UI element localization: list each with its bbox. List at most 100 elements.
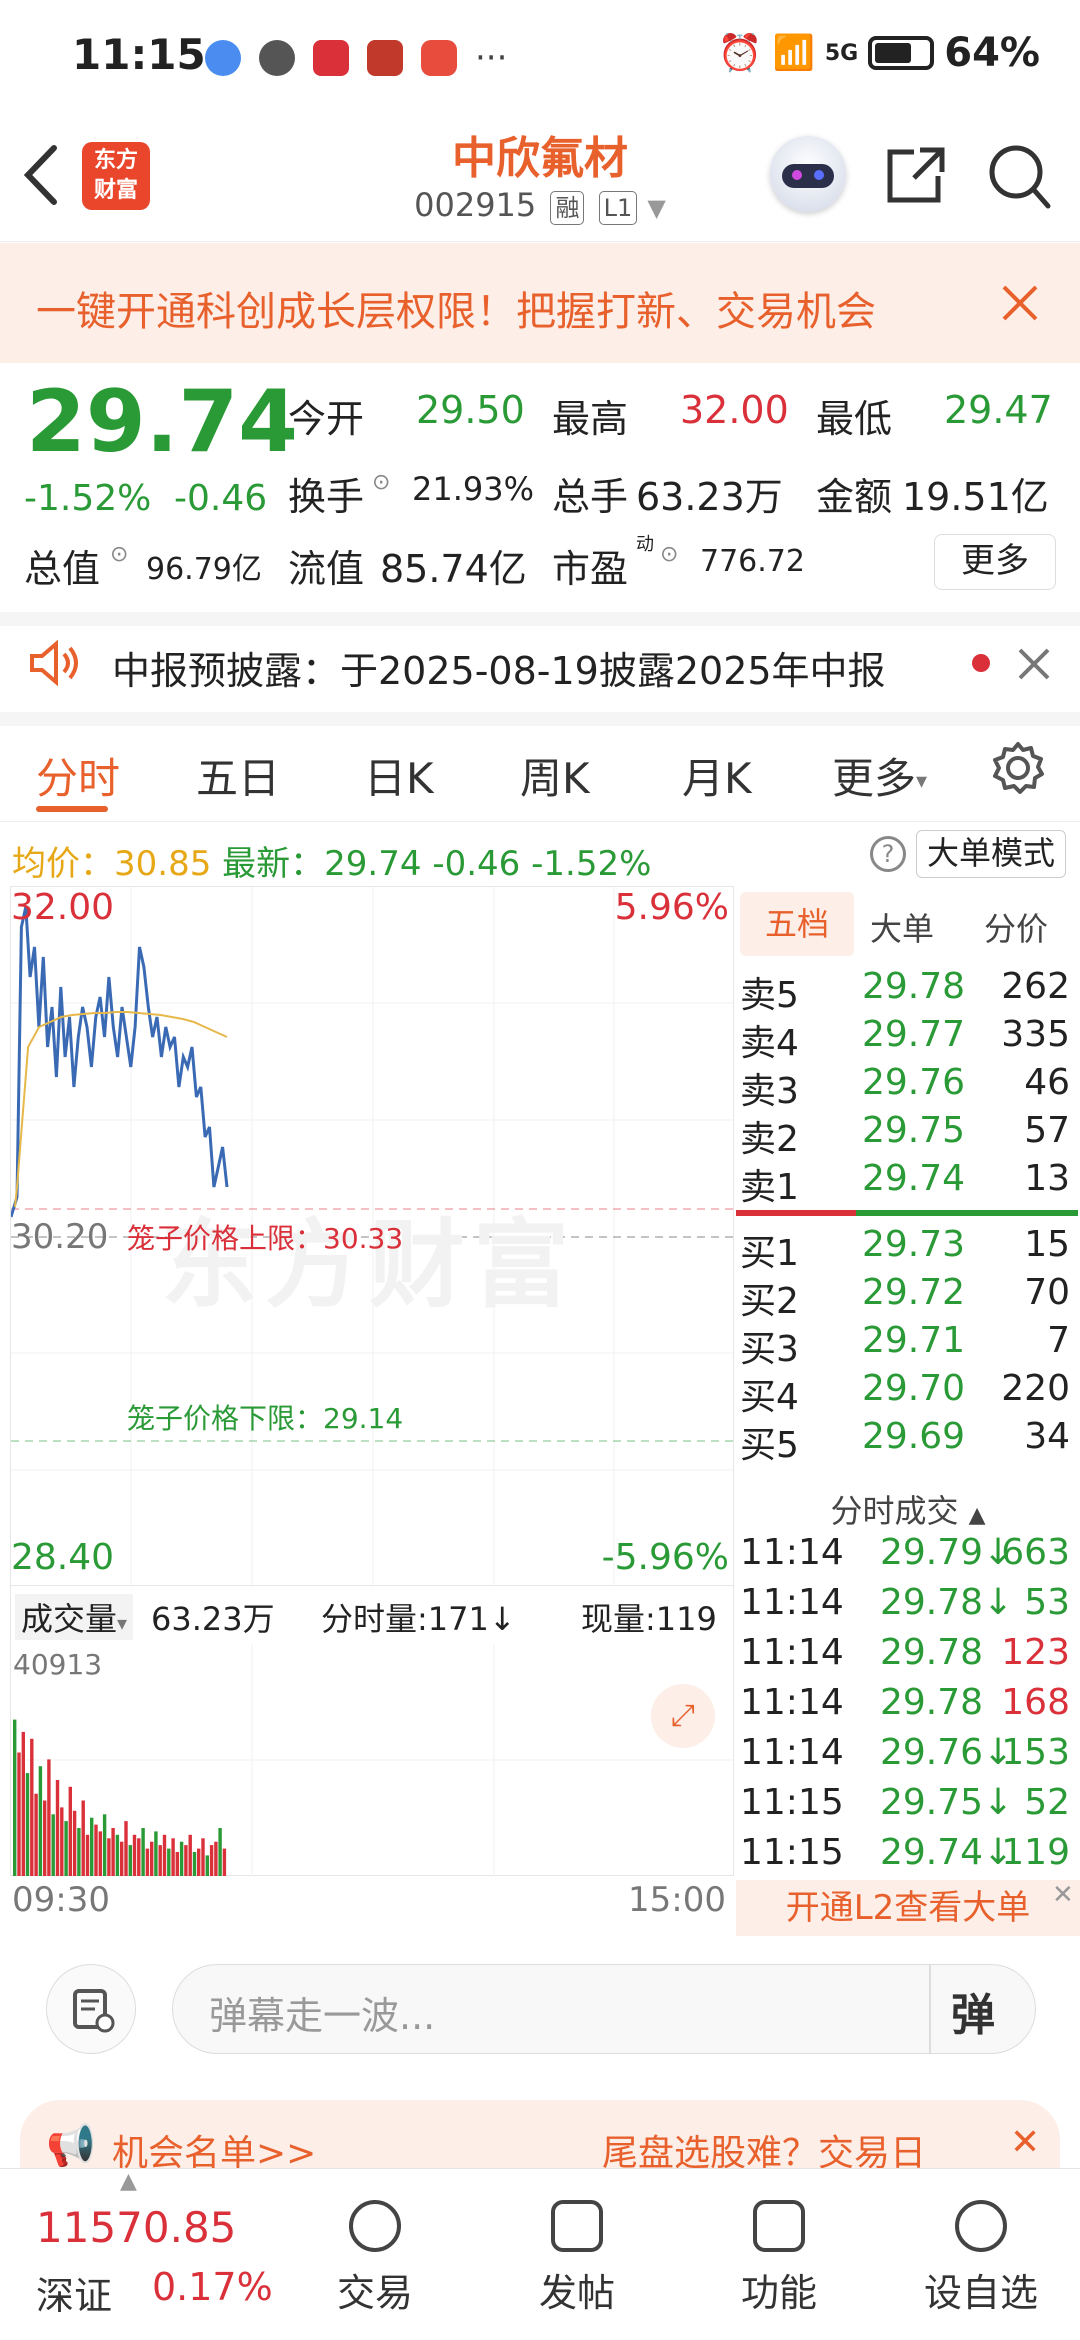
more-quote-button[interactable]: 更多 bbox=[934, 534, 1056, 590]
index-pct: 0.17% bbox=[152, 2265, 273, 2309]
latest-pct: -1.52% bbox=[531, 844, 652, 884]
chart-info-line: 均价：30.85 最新：29.74 -0.46 -1.52% bbox=[12, 844, 652, 884]
volume-bar bbox=[222, 1848, 227, 1876]
volume-bar bbox=[188, 1834, 192, 1876]
high-label: 最高 bbox=[552, 397, 629, 441]
edit-icon bbox=[551, 2200, 603, 2252]
promo-banner[interactable]: 一键开通科创成长层权限！把握打新、交易机会 bbox=[0, 243, 1080, 363]
low-label: 最低 bbox=[816, 397, 893, 441]
latest-change: -0.46 bbox=[432, 844, 521, 884]
open-value: 29.50 bbox=[416, 388, 525, 432]
battery-icon bbox=[868, 36, 935, 70]
caret-up-icon[interactable]: ▲ bbox=[969, 1503, 986, 1528]
info-icon[interactable]: ⊙ bbox=[110, 542, 128, 567]
speaker-icon bbox=[28, 639, 82, 690]
trades-title: 分时成交 ▲ bbox=[830, 1492, 986, 1530]
trade-row: 11:14 29.79↓ 663 bbox=[740, 1532, 1070, 1573]
chart-top-pct: 5.96% bbox=[614, 887, 729, 928]
buy-row: 买5 29.69 34 bbox=[740, 1416, 1070, 1466]
nav-post[interactable]: 发帖 bbox=[512, 2200, 642, 2317]
volume-selector[interactable]: 成交量▾ bbox=[15, 1594, 134, 1640]
intraday-chart[interactable]: 东方财富 32.00 5.96% 30.20 笼子价格上限：30.33 笼子价格… bbox=[10, 886, 735, 1587]
info-icon[interactable]: ⊙ bbox=[372, 470, 390, 495]
share-icon[interactable] bbox=[884, 144, 948, 210]
l2-promo[interactable]: 开通L2查看大单 bbox=[736, 1880, 1080, 1936]
volume-bar bbox=[107, 1838, 111, 1876]
nav-trade[interactable]: 交易 bbox=[310, 2200, 440, 2317]
volume-header: 成交量▾ 63.23万 分时量:171↓ 现量:119 bbox=[10, 1586, 734, 1644]
big-order-mode-button[interactable]: 大单模式 bbox=[916, 830, 1066, 878]
volume-max: 40913 bbox=[13, 1648, 103, 1681]
tab-five-day[interactable]: 五日 bbox=[196, 745, 280, 806]
close-icon[interactable] bbox=[1016, 646, 1052, 686]
tab-more[interactable]: 更多▾ bbox=[832, 745, 927, 806]
market-cap-label: 总值 bbox=[24, 547, 101, 591]
volume-bar bbox=[111, 1828, 115, 1876]
low-value: 29.47 bbox=[944, 388, 1053, 432]
volume-bar bbox=[209, 1845, 214, 1876]
book-tab-price-dist[interactable]: 分价 bbox=[984, 904, 1048, 950]
volume-bar bbox=[47, 1759, 51, 1876]
chevron-down-icon: ▾ bbox=[916, 769, 928, 794]
volume-bar bbox=[205, 1855, 209, 1876]
volume-bar bbox=[128, 1845, 132, 1876]
active-tab-indicator bbox=[36, 806, 108, 812]
tab-daily-k[interactable]: 日K bbox=[364, 745, 434, 806]
info-icon[interactable]: ⊙ bbox=[660, 542, 678, 567]
volume-bar bbox=[124, 1821, 128, 1876]
status-bar: 11:15 ··· ⏰ 📶 5G 64% bbox=[0, 0, 1080, 120]
chevron-down-icon: ▾ bbox=[117, 1611, 128, 1635]
wifi-icon: 📶 bbox=[772, 33, 815, 73]
volume-bar bbox=[102, 1814, 107, 1876]
tab-intraday[interactable]: 分时 bbox=[36, 745, 120, 806]
close-icon[interactable]: ✕ bbox=[1010, 2122, 1040, 2163]
volume-bar bbox=[21, 1731, 25, 1876]
comment-bar: 弹幕走一波... 弹 bbox=[0, 1940, 1080, 2070]
index-value[interactable]: 11570.85 bbox=[36, 2203, 236, 2252]
volume-bar bbox=[120, 1841, 124, 1876]
tab-monthly-k[interactable]: 月K bbox=[682, 745, 752, 806]
tab-weekly-k[interactable]: 周K bbox=[520, 745, 590, 806]
volume-bar bbox=[94, 1824, 98, 1876]
volume-bar bbox=[43, 1800, 47, 1876]
volume-bar bbox=[17, 1752, 21, 1876]
volume-bar bbox=[38, 1766, 43, 1876]
book-tab-five[interactable]: 五档 bbox=[740, 892, 854, 956]
float-cap-label: 流值 bbox=[288, 547, 365, 591]
volume-bar bbox=[132, 1834, 137, 1876]
price-line bbox=[11, 906, 229, 1218]
wechat-icon bbox=[259, 40, 295, 76]
volume-bar bbox=[55, 1780, 60, 1876]
search-icon[interactable] bbox=[986, 140, 1052, 214]
danmaku-input[interactable]: 弹幕走一波... 弹 bbox=[172, 1964, 1036, 2054]
pe-value: 776.72 bbox=[700, 544, 805, 579]
volume-bar bbox=[34, 1793, 38, 1876]
high-value: 32.00 bbox=[680, 388, 789, 432]
battery-level: 64% bbox=[944, 30, 1040, 76]
caret-up-icon[interactable]: ▲ bbox=[120, 2169, 137, 2194]
current-price: 29.74 bbox=[26, 372, 299, 472]
change-amount: -0.46 bbox=[174, 478, 268, 519]
buy-row: 买4 29.70 220 bbox=[740, 1368, 1070, 1418]
volume-bar bbox=[64, 1821, 68, 1876]
sell-row: 卖4 29.77 335 bbox=[740, 1014, 1070, 1064]
volume-total: 63.23万 bbox=[151, 1600, 275, 1638]
danmaku-settings-icon[interactable] bbox=[46, 1964, 136, 2054]
buy-row: 买2 29.72 70 bbox=[740, 1272, 1070, 1322]
book-tab-big-order[interactable]: 大单 bbox=[870, 904, 934, 950]
close-icon[interactable] bbox=[998, 281, 1042, 329]
level-tag: L1 bbox=[598, 191, 638, 225]
expand-icon[interactable]: ⤢ bbox=[651, 1684, 715, 1748]
send-danmaku-button[interactable]: 弹 bbox=[951, 1979, 995, 2043]
help-icon[interactable]: ? bbox=[870, 836, 906, 872]
volume-bar bbox=[171, 1838, 175, 1876]
gear-icon[interactable] bbox=[990, 740, 1046, 800]
close-icon[interactable]: ✕ bbox=[1052, 1880, 1074, 1910]
lower-limit-label: 笼子价格下限：29.14 bbox=[127, 1402, 404, 1435]
volume-chart[interactable]: 40913 ⤢ bbox=[10, 1644, 735, 1876]
volume-bar bbox=[175, 1852, 179, 1876]
nav-functions[interactable]: 功能 bbox=[714, 2200, 844, 2317]
chart-bottom-pct: -5.96% bbox=[601, 1537, 729, 1578]
nav-watchlist[interactable]: 设自选 bbox=[916, 2200, 1046, 2317]
assistant-robot-icon[interactable] bbox=[770, 136, 846, 212]
